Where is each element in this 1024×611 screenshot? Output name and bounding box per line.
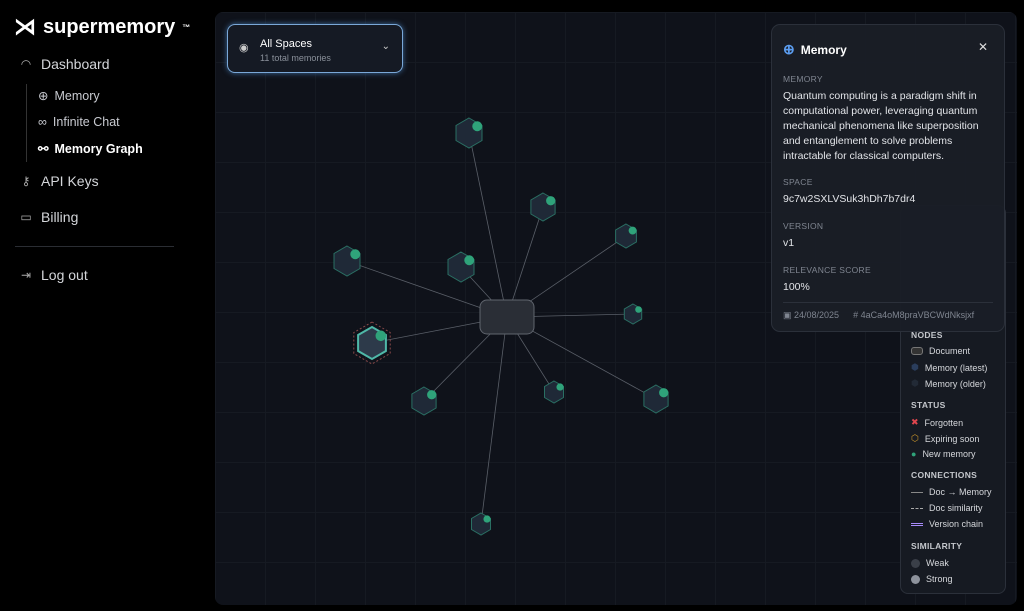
new-memory-badge — [546, 196, 556, 206]
memory-text: Quantum computing is a paradigm shift in… — [783, 90, 979, 162]
legend-new-memory: ● New memory — [911, 449, 975, 459]
new-memory-badge — [472, 121, 483, 132]
legend-label: Version chain — [929, 519, 984, 529]
legend-doc-memory: Doc → Memory — [911, 487, 992, 497]
document-swatch-icon — [911, 347, 923, 355]
spaces-selector[interactable]: ◉ All Spaces 11 total memories ⌄ — [227, 24, 403, 73]
legend-strong: Strong — [911, 574, 953, 584]
legend-label: Doc similarity — [929, 503, 983, 513]
new-memory-badge — [464, 255, 475, 266]
version-label: VERSION — [783, 221, 824, 231]
spaces-title: All Spaces — [260, 38, 312, 50]
legend-heading: SIMILARITY — [911, 541, 963, 551]
legend-label: Expiring soon — [924, 433, 980, 444]
legend-expiring: ⬡ Expiring soon — [911, 433, 979, 444]
document-node[interactable] — [479, 299, 535, 335]
legend-label: Memory (latest) — [924, 362, 988, 373]
edge-doc-memory — [480, 316, 508, 525]
legend-heading: CONNECTIONS — [911, 470, 978, 480]
new-memory-badge — [427, 390, 437, 400]
memory-id: # 4aCa4oM8praVBCWdNksjxf — [853, 310, 974, 321]
legend-label: Strong — [926, 574, 953, 584]
new-memory-icon: ● — [911, 449, 917, 459]
calendar-icon: ▣ — [783, 310, 795, 320]
space-label: SPACE — [783, 177, 813, 187]
memory-label: MEMORY — [783, 74, 823, 84]
legend-label: Memory (older) — [924, 378, 986, 389]
score-label: RELEVANCE SCORE — [783, 265, 871, 275]
dashed-line-icon — [911, 507, 923, 509]
divider — [783, 302, 993, 303]
id-text: 4aCa4oM8praVBCWdNksjxf — [860, 310, 975, 320]
eye-icon: ◉ — [239, 42, 249, 54]
chevron-down-icon: ⌄ — [381, 41, 390, 52]
legend-label: Weak — [926, 558, 949, 568]
panel-title: Memory — [800, 42, 847, 57]
legend-label: Forgotten — [924, 417, 964, 428]
strong-dot-icon — [911, 574, 920, 584]
new-memory-badge — [628, 226, 637, 235]
legend-label: Document — [929, 346, 971, 356]
spaces-count: 11 total memories — [260, 53, 331, 63]
brain-icon: ⊕ — [783, 41, 795, 57]
solid-line-icon — [911, 491, 923, 493]
double-line-icon — [911, 522, 923, 526]
edge-doc-memory — [468, 132, 508, 318]
legend-weak: Weak — [911, 558, 949, 568]
weak-dot-icon — [911, 558, 920, 568]
hash-icon: # — [853, 310, 861, 320]
memory-detail-panel: ⊕ Memory ✕ MEMORY Quantum computing is a … — [771, 24, 1005, 332]
x-icon: ✖ — [911, 417, 919, 427]
date: ▣ 24/08/2025 — [783, 310, 839, 321]
legend-label: Doc → Memory — [929, 487, 992, 497]
hexagon-icon: ⬢ — [911, 378, 919, 388]
score-value: 100% — [783, 281, 810, 293]
legend-memory-latest: ⬢ Memory (latest) — [911, 362, 987, 373]
legend-memory-older: ⬢ Memory (older) — [911, 378, 986, 389]
new-memory-badge — [659, 388, 669, 398]
legend-label: New memory — [922, 449, 976, 459]
version-value: v1 — [783, 237, 795, 249]
new-memory-badge — [375, 330, 387, 342]
expiring-icon: ⬡ — [911, 433, 919, 443]
date-text: 24/08/2025 — [794, 310, 840, 320]
legend-version-chain: Version chain — [911, 519, 983, 529]
space-id: 9c7w2SXLVSuk3hDh7b7dr4 — [783, 193, 916, 205]
new-memory-badge — [483, 515, 491, 523]
legend-document: Document — [911, 346, 970, 356]
new-memory-badge — [350, 249, 361, 260]
legend-doc-similarity: Doc similarity — [911, 503, 983, 513]
legend-forgotten: ✖ Forgotten — [911, 417, 963, 428]
new-memory-badge — [635, 306, 642, 313]
new-memory-badge — [556, 383, 564, 391]
hexagon-icon: ⬢ — [911, 362, 919, 372]
legend-heading: STATUS — [911, 400, 946, 410]
close-icon[interactable]: ✕ — [978, 40, 988, 54]
